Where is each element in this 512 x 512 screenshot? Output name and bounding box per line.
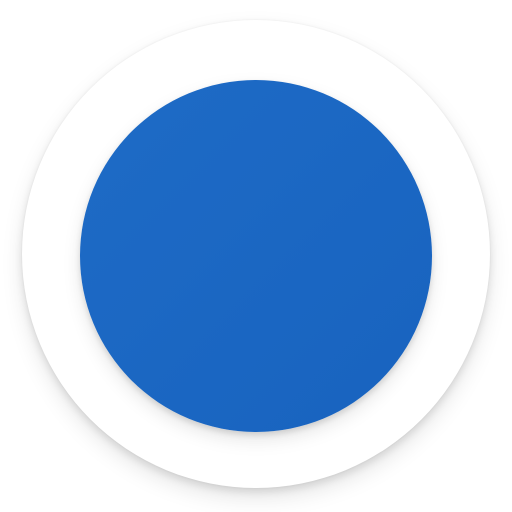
blue-circle-icon[interactable] — [80, 80, 432, 432]
app-icon-canvas — [0, 0, 512, 512]
